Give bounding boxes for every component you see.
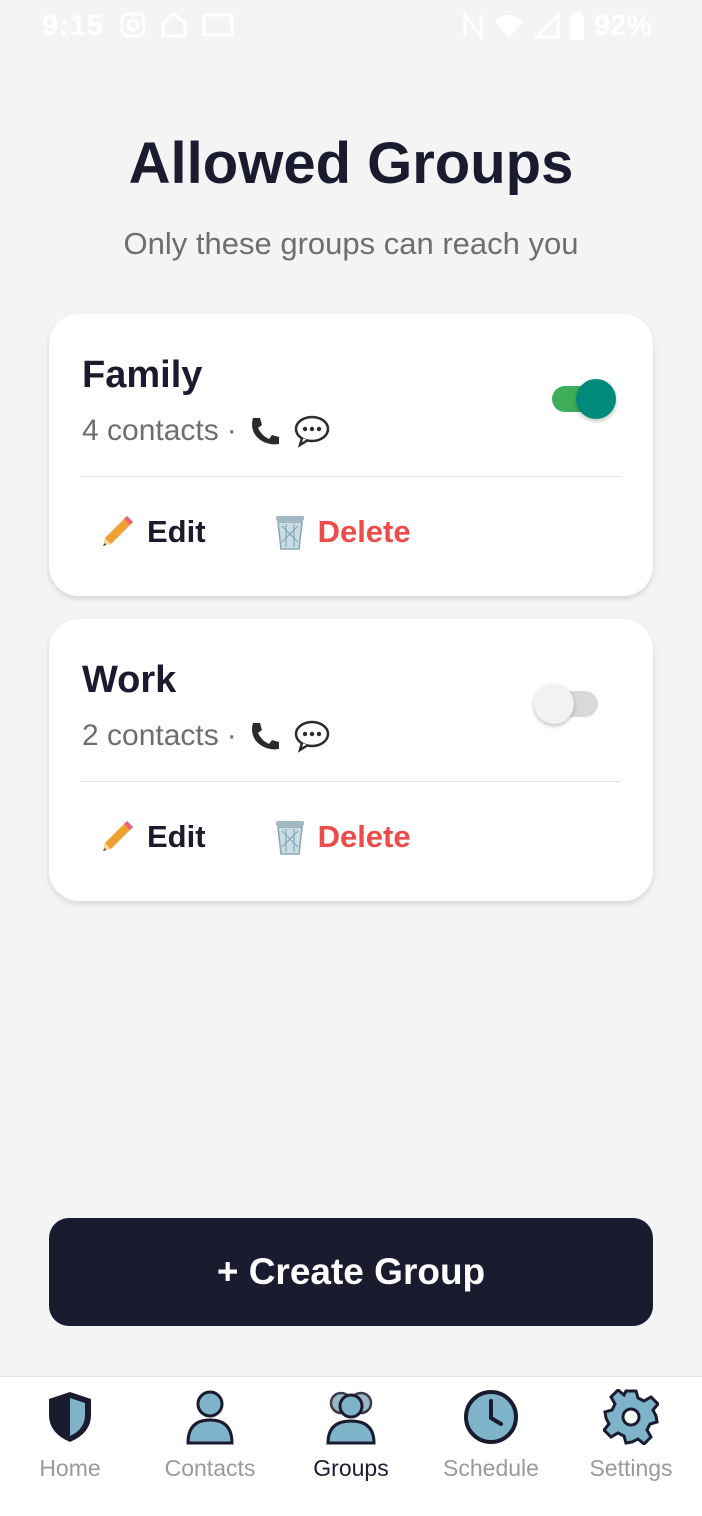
- nav-label: Settings: [589, 1455, 673, 1481]
- card-divider: [81, 476, 621, 477]
- delete-button[interactable]: Delete: [272, 817, 411, 857]
- group-meta: 2 contacts ·: [82, 719, 331, 753]
- nav-item-schedule[interactable]: Schedule: [421, 1385, 561, 1482]
- delete-button[interactable]: Delete: [272, 512, 411, 552]
- group-meta: 4 contacts ·: [82, 414, 331, 448]
- nav-item-home[interactable]: Home: [0, 1385, 140, 1482]
- bottom-nav: Home Contacts Groups Schedule Settings: [0, 1376, 702, 1516]
- card-actions: Edit Delete: [97, 512, 411, 552]
- nav-item-contacts[interactable]: Contacts: [140, 1385, 280, 1482]
- shield-icon: [0, 1385, 140, 1449]
- meta-separator: ·: [226, 414, 237, 447]
- contacts-count: 2 contacts: [82, 719, 219, 752]
- trash-icon: [272, 817, 308, 857]
- edit-button[interactable]: Edit: [97, 512, 206, 552]
- card-divider: [81, 781, 621, 782]
- group-card-family: Family 4 contacts · Edit Delete: [49, 314, 653, 596]
- toggle-knob: [534, 684, 574, 724]
- delete-label: Delete: [317, 819, 411, 854]
- battery-icon: [570, 12, 584, 48]
- nav-label: Home: [39, 1455, 101, 1481]
- status-right-icons: [462, 10, 584, 48]
- group-name: Family: [82, 354, 203, 396]
- person-icon: [140, 1385, 280, 1449]
- status-time: 9:15: [42, 10, 105, 42]
- message-icon: [293, 719, 331, 753]
- group-card-work: Work 2 contacts · Edit Delete: [49, 619, 653, 901]
- edit-label: Edit: [147, 819, 206, 854]
- message-icon: [293, 414, 331, 448]
- phone-icon: [247, 414, 283, 448]
- group-enabled-toggle[interactable]: [534, 684, 598, 724]
- page-subtitle: Only these groups can reach you: [123, 226, 579, 261]
- nav-item-settings[interactable]: Settings: [561, 1385, 701, 1482]
- instagram-icon: [120, 12, 146, 46]
- group-enabled-toggle[interactable]: [552, 379, 616, 419]
- toggle-knob: [576, 379, 616, 419]
- pencil-icon: [97, 512, 137, 552]
- status-bar: 9:15 92%: [0, 0, 702, 54]
- gear-icon: [561, 1385, 701, 1449]
- create-group-button[interactable]: + Create Group: [49, 1218, 653, 1326]
- nav-label: Groups: [313, 1455, 389, 1481]
- clock-icon: [421, 1385, 561, 1449]
- status-left-icons: [120, 12, 236, 46]
- nav-label: Contacts: [164, 1455, 256, 1481]
- page-title: Allowed Groups: [128, 131, 574, 196]
- pencil-icon: [97, 817, 137, 857]
- wifi-icon: [494, 13, 524, 47]
- group-name: Work: [82, 659, 177, 701]
- nfc-icon: [462, 10, 484, 47]
- nav-item-groups[interactable]: Groups: [281, 1385, 421, 1482]
- delete-label: Delete: [317, 514, 411, 549]
- home-icon: [160, 12, 188, 46]
- edit-button[interactable]: Edit: [97, 817, 206, 857]
- signal-icon: [532, 11, 560, 47]
- card-actions: Edit Delete: [97, 817, 411, 857]
- trash-icon: [272, 512, 308, 552]
- nav-label: Schedule: [443, 1455, 539, 1481]
- group-icon: [281, 1385, 421, 1449]
- battery-percent: 92%: [593, 10, 652, 42]
- cast-icon: [202, 12, 236, 46]
- edit-label: Edit: [147, 514, 206, 549]
- meta-separator: ·: [226, 719, 237, 752]
- contacts-count: 4 contacts: [82, 414, 219, 447]
- phone-icon: [247, 719, 283, 753]
